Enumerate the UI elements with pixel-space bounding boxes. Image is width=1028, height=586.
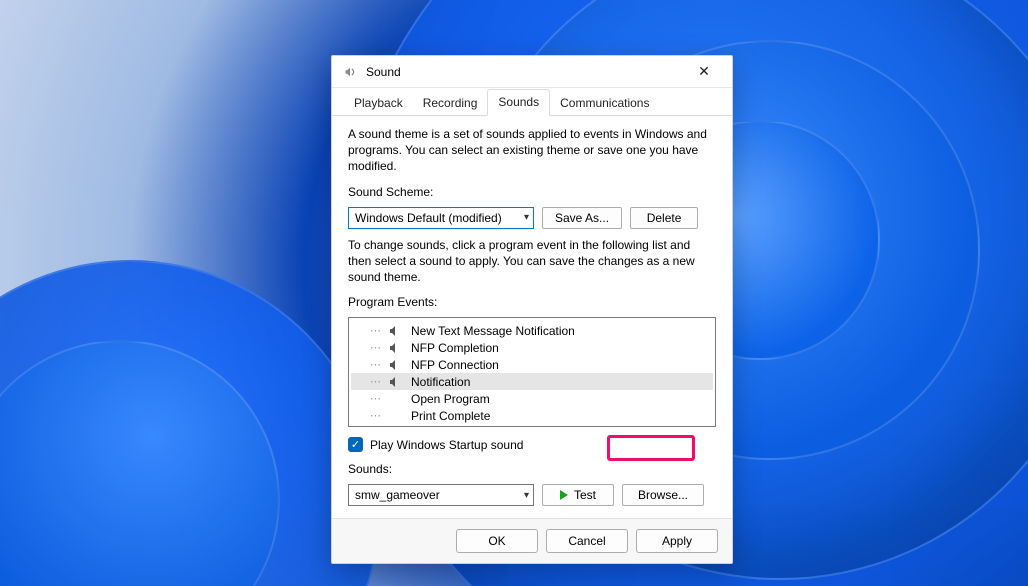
- program-events-list[interactable]: ⋯ New Text Message Notification ⋯ NFP Co…: [348, 317, 716, 427]
- event-label: Open Program: [411, 392, 490, 406]
- event-item-print-complete[interactable]: ⋯ Print Complete: [351, 407, 713, 424]
- theme-description: A sound theme is a set of sounds applied…: [348, 126, 716, 175]
- cancel-button[interactable]: Cancel: [546, 529, 628, 553]
- sound-scheme-label: Sound Scheme:: [348, 185, 716, 199]
- tab-label: Sounds: [498, 95, 539, 109]
- sound-scheme-row: Windows Default (modified) ▾ Save As... …: [348, 207, 716, 229]
- sound-dialog: Sound ✕ Playback Recording Sounds Commun…: [331, 55, 733, 564]
- tree-connector-icon: ⋯: [369, 409, 381, 422]
- check-icon: ✓: [351, 438, 360, 451]
- button-label: Delete: [647, 211, 682, 225]
- event-label: New Text Message Notification: [411, 324, 575, 338]
- save-as-button[interactable]: Save As...: [542, 207, 622, 229]
- sounds-value: smw_gameover: [355, 488, 440, 502]
- chevron-down-icon: ▾: [524, 490, 529, 501]
- button-label: Apply: [662, 534, 692, 548]
- tab-communications[interactable]: Communications: [550, 91, 659, 116]
- tab-sounds[interactable]: Sounds: [487, 89, 550, 116]
- event-item-nfp-connection[interactable]: ⋯ NFP Connection: [351, 356, 713, 373]
- sound-scheme-value: Windows Default (modified): [355, 211, 502, 225]
- titlebar: Sound ✕: [332, 56, 732, 88]
- sounds-row: smw_gameover ▾ Test Browse...: [348, 484, 716, 506]
- button-label: Cancel: [568, 534, 605, 548]
- speaker-icon: [389, 342, 403, 354]
- chevron-down-icon: ▾: [524, 212, 529, 223]
- startup-sound-label: Play Windows Startup sound: [370, 438, 523, 452]
- button-label: Test: [574, 488, 596, 502]
- delete-button[interactable]: Delete: [630, 207, 698, 229]
- close-icon: ✕: [698, 63, 710, 80]
- event-label: NFP Connection: [411, 358, 499, 372]
- event-label: Print Complete: [411, 409, 490, 423]
- event-item-new-text-message[interactable]: ⋯ New Text Message Notification: [351, 322, 713, 339]
- button-label: OK: [488, 534, 505, 548]
- tab-label: Communications: [560, 96, 649, 110]
- button-label: Browse...: [638, 488, 688, 502]
- button-label: Save As...: [555, 211, 609, 225]
- events-hint: To change sounds, click a program event …: [348, 237, 716, 286]
- tab-playback[interactable]: Playback: [344, 91, 413, 116]
- tree-connector-icon: ⋯: [369, 324, 381, 337]
- sounds-dropdown[interactable]: smw_gameover ▾: [348, 484, 534, 506]
- event-label: NFP Completion: [411, 341, 499, 355]
- tree-connector-icon: ⋯: [369, 358, 381, 371]
- event-label: Notification: [411, 375, 470, 389]
- tree-connector-icon: ⋯: [369, 392, 381, 405]
- sounds-label: Sounds:: [348, 462, 716, 476]
- tab-label: Recording: [423, 96, 478, 110]
- sound-app-icon: [342, 64, 358, 80]
- test-button[interactable]: Test: [542, 484, 614, 506]
- sound-scheme-dropdown[interactable]: Windows Default (modified) ▾: [348, 207, 534, 229]
- tab-strip: Playback Recording Sounds Communications: [332, 88, 732, 116]
- event-item-nfp-completion[interactable]: ⋯ NFP Completion: [351, 339, 713, 356]
- speaker-icon: [389, 325, 403, 337]
- tree-connector-icon: ⋯: [369, 375, 381, 388]
- window-title: Sound: [366, 65, 684, 79]
- browse-button[interactable]: Browse...: [622, 484, 704, 506]
- speaker-icon: [389, 359, 403, 371]
- tab-recording[interactable]: Recording: [413, 91, 488, 116]
- startup-sound-checkbox[interactable]: ✓: [348, 437, 363, 452]
- play-icon: [560, 490, 568, 500]
- close-button[interactable]: ✕: [684, 58, 724, 86]
- tree-connector-icon: ⋯: [369, 341, 381, 354]
- dialog-footer: OK Cancel Apply: [332, 518, 732, 563]
- program-events-label: Program Events:: [348, 295, 716, 309]
- speaker-icon: [389, 376, 403, 388]
- event-item-notification[interactable]: ⋯ Notification: [351, 373, 713, 390]
- tab-content: A sound theme is a set of sounds applied…: [332, 116, 732, 518]
- ok-button[interactable]: OK: [456, 529, 538, 553]
- startup-sound-row: ✓ Play Windows Startup sound: [348, 437, 716, 452]
- tab-label: Playback: [354, 96, 403, 110]
- event-item-open-program[interactable]: ⋯ Open Program: [351, 390, 713, 407]
- apply-button[interactable]: Apply: [636, 529, 718, 553]
